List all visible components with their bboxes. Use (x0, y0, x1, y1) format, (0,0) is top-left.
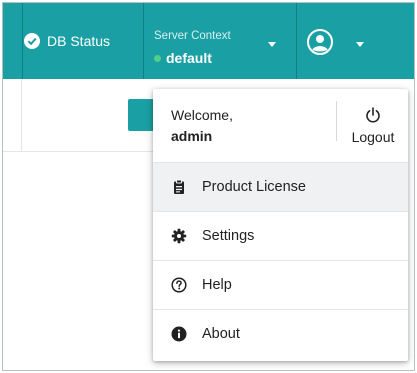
logout-button[interactable]: Logout (337, 89, 408, 162)
toolbar-bottom-border (3, 151, 153, 152)
menu-item-product-license[interactable]: Product License (153, 162, 408, 211)
menu-item-help[interactable]: Help (153, 260, 408, 309)
gear-icon (171, 228, 187, 244)
logout-label: Logout (351, 129, 395, 145)
check-circle-icon (24, 33, 40, 49)
menu-item-label: Product License (202, 179, 306, 195)
menu-item-label: Help (202, 277, 232, 293)
welcome-text: Welcome, (171, 107, 233, 123)
user-menu-button[interactable] (297, 3, 414, 79)
db-status-button[interactable]: DB Status (24, 3, 141, 79)
topbar-divider (22, 3, 23, 79)
server-context-name: default (166, 50, 212, 66)
chevron-down-icon (356, 42, 364, 47)
top-navigation-bar: DB Status Server Context default (3, 3, 414, 79)
menu-item-label: About (202, 326, 240, 342)
status-dot-icon (154, 54, 161, 62)
dropdown-header: Welcome, admin Logout (153, 89, 408, 162)
server-context-value: default (154, 50, 212, 66)
power-icon (365, 107, 381, 123)
question-circle-icon (171, 277, 187, 293)
server-context-title: Server Context (154, 30, 231, 42)
menu-item-about[interactable]: About (153, 309, 408, 358)
app-frame: DB Status Server Context default Welcome… (2, 2, 415, 371)
clipboard-icon (171, 179, 187, 195)
toolbar-divider (21, 79, 22, 151)
username: admin (171, 128, 213, 144)
info-circle-icon (171, 326, 187, 342)
chevron-down-icon (268, 42, 276, 47)
menu-item-label: Settings (202, 228, 255, 244)
server-context-selector[interactable]: Server Context default (144, 3, 296, 79)
menu-item-settings[interactable]: Settings (153, 211, 408, 260)
user-dropdown-menu: Welcome, admin Logout Product License Se… (153, 89, 408, 361)
user-avatar-icon (307, 29, 333, 55)
db-status-label: DB Status (47, 33, 111, 49)
